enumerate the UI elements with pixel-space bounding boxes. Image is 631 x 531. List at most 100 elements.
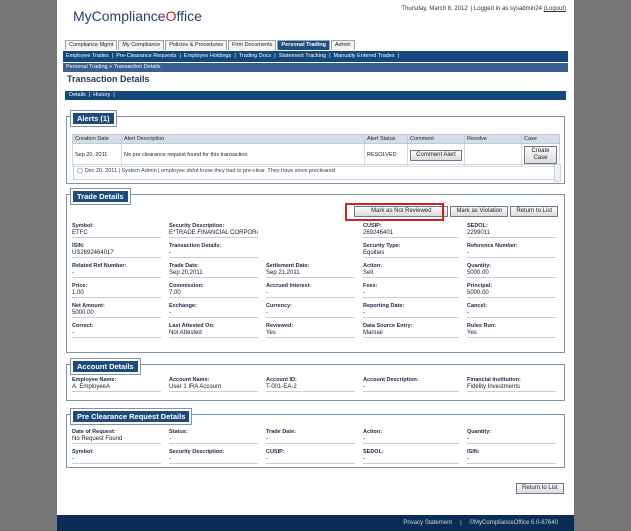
logo: MyComplianceOffice: [73, 8, 202, 24]
field: Account ID: T-001-EA-2: [266, 377, 363, 392]
preclearance-header: Pre Clearance Request Details: [69, 408, 193, 425]
nav-employee-trades[interactable]: Employee Trades: [66, 53, 109, 59]
field: Security Description: E*TRADE FINANCIAL C…: [169, 223, 266, 238]
field: Correct: -: [72, 323, 169, 338]
field: Trade Date: -: [266, 429, 363, 444]
column-header: Comment: [407, 134, 465, 144]
field: Security Description: -: [169, 449, 266, 464]
field: Action: -: [363, 429, 467, 444]
field: Quantity: 5000.00: [467, 263, 564, 278]
field: Trade Date: Sep 20,2011: [169, 263, 266, 278]
field-value: -: [363, 455, 459, 464]
field-value: 5000.00: [72, 309, 161, 318]
nav-statement-tracking[interactable]: Statement Tracking: [279, 53, 326, 59]
nav-separator: |: [179, 53, 181, 59]
nav-employee-holdings[interactable]: Employee Holdings: [184, 53, 231, 59]
field-value: Fidelity Investments: [467, 383, 556, 392]
tab-admin[interactable]: Admin: [331, 40, 355, 50]
field-value: Equities: [363, 249, 459, 258]
logo-text: MyCompliance: [73, 8, 166, 24]
field-value: Yes: [266, 329, 355, 338]
field: Transaction Details: -: [169, 243, 266, 258]
trade-details-panel: Trade Details Mark as Not Reviewed Mark …: [66, 188, 565, 353]
field: Cancel: -: [467, 303, 564, 318]
field-value: -: [467, 309, 556, 318]
field-value: -: [169, 249, 258, 258]
field-value: 5000.00: [467, 269, 556, 278]
field-value: Sep 21,2011: [266, 269, 355, 278]
comment-scrollbar[interactable]: [554, 164, 561, 182]
nav-trading-docs[interactable]: Trading Docs: [239, 53, 272, 59]
field-value: US2692464017: [72, 249, 161, 258]
trade-fields: Symbol: ETFC Security Description: E*TRADE …: [72, 223, 564, 338]
field: ISIN: US2692464017: [72, 243, 169, 258]
tab-compliance-mgmt[interactable]: Compliance Mgmt: [65, 40, 118, 50]
field-value: -: [363, 435, 459, 444]
field-value: -: [72, 329, 161, 338]
field-value: ETFC: [72, 229, 161, 238]
footer-separator: |: [460, 520, 462, 526]
field: Related Ref Number: -: [72, 263, 169, 278]
logo-mark: O: [165, 8, 177, 24]
create-case-button[interactable]: Create Case: [524, 146, 557, 164]
field: Date of Request: No Request Found: [72, 429, 169, 444]
nav-pre-clearance-requests[interactable]: Pre-Clearance Requests: [116, 53, 176, 59]
nav-separator: |: [274, 53, 276, 59]
field: Employee Name: A. EmployeeA: [72, 377, 169, 392]
tab-details[interactable]: Details: [69, 92, 86, 98]
privacy-link[interactable]: Privacy Statement: [403, 520, 452, 526]
bottom-return-button[interactable]: Return to List: [516, 483, 564, 494]
logout-link[interactable]: (Logout): [544, 6, 566, 12]
tab-personal-trading[interactable]: Personal Trading: [277, 40, 331, 50]
field: Status: -: [169, 429, 266, 444]
field: Financial Institution: Fidelity Investmen…: [467, 377, 564, 392]
field-value: -: [169, 309, 258, 318]
nav-manually-entered-trades[interactable]: Manually Entered Trades: [334, 53, 395, 59]
field: Principal: 5000.00: [467, 283, 564, 298]
field-value: -: [266, 455, 355, 464]
alerts-panel: Alerts (1) Creation Date Alert Descriptio…: [66, 110, 565, 184]
alerts-table: Creation Date Alert Description Alert Stat…: [72, 134, 560, 167]
alert-comment-text: Dec 20, 2011 | System Admin | employee d…: [84, 168, 335, 174]
nav-separator: |: [329, 53, 331, 59]
field: Security Type: Equities: [363, 243, 467, 258]
field-value: -: [266, 289, 355, 298]
tab-firm-documents[interactable]: Firm Documents: [228, 40, 277, 50]
column-header: Case: [521, 134, 560, 144]
page-title: Transaction Details: [67, 74, 150, 84]
field: Commission: 7.00: [169, 283, 266, 298]
nav-separator: |: [397, 53, 400, 59]
field: Currency: -: [266, 303, 363, 318]
account-fields: Employee Name: A. EmployeeA Account Name: U…: [72, 377, 564, 392]
tab-my-compliance[interactable]: My Compliance: [118, 40, 165, 50]
alert-comment-note: ◯ Dec 20, 2011 | System Admin | employee…: [73, 164, 556, 180]
field-value: 269246401: [363, 229, 459, 238]
return-to-list-button[interactable]: Return to List: [510, 206, 558, 217]
alerts-header-row: Creation Date Alert Description Alert Stat…: [72, 134, 560, 144]
field: CUSIP: -: [266, 449, 363, 464]
field: Exchange: -: [169, 303, 266, 318]
field-value: Sell: [363, 269, 459, 278]
user-info: Thursday, March 8, 2012 | Logged in as sy…: [398, 6, 566, 12]
mark-violation-button[interactable]: Mark as Violation: [450, 206, 509, 217]
tab-policies-procedures[interactable]: Policies & Procedures: [165, 40, 228, 50]
field: Symbol: -: [72, 449, 169, 464]
field: SEDOL: -: [363, 449, 467, 464]
field-value: T-001-EA-2: [266, 383, 355, 392]
field-value: -: [363, 289, 459, 298]
field: Price: 1.00: [72, 283, 169, 298]
tab-history[interactable]: History: [93, 92, 110, 98]
field-value: E*TRADE FINANCIAL CORPORATION: [169, 230, 258, 238]
field-value: -: [72, 455, 161, 464]
field-value: 5000.00: [467, 289, 556, 298]
field: Accrued Interest: -: [266, 283, 363, 298]
current-date: Thursday, March 8, 2012: [401, 6, 468, 12]
footer: Privacy Statement | ©MyComplianceOffice 6.…: [57, 515, 574, 531]
comment-icon: ◯: [77, 168, 84, 174]
field: [266, 223, 363, 238]
field-value: No Request Found: [72, 435, 161, 444]
field: Quantity: -: [467, 429, 564, 444]
field-value: 1.00: [72, 289, 161, 298]
field-value: Not Attested: [169, 329, 258, 338]
comment-alert-button[interactable]: Comment Alert: [410, 149, 462, 161]
